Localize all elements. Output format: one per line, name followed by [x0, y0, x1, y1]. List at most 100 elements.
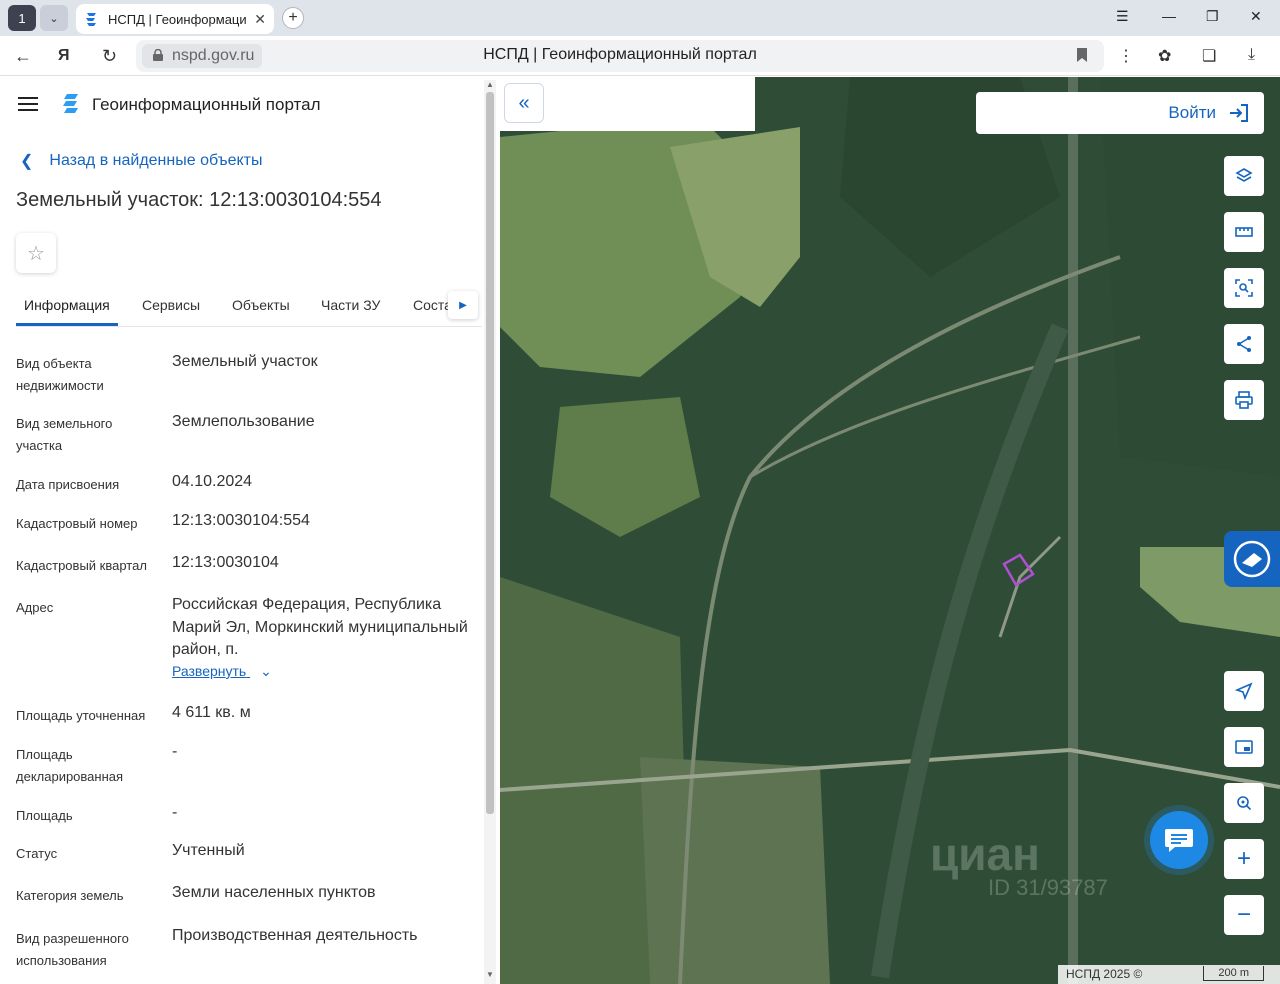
active-tab-indicator — [16, 323, 118, 326]
tab-counter[interactable]: 1 — [8, 5, 36, 31]
login-icon — [1230, 104, 1248, 122]
download-icon[interactable]: ⤓ — [1248, 46, 1255, 64]
field-value: - — [172, 743, 178, 760]
scroll-thumb[interactable] — [486, 92, 494, 814]
scale-bar: 200 m — [1203, 966, 1264, 981]
tab-info[interactable]: Информация — [24, 297, 110, 313]
collections-icon[interactable]: ❏ — [1202, 46, 1216, 66]
field-label: Адрес — [16, 600, 54, 615]
restore-icon[interactable]: ❐ — [1206, 8, 1219, 25]
watermark-text: циан — [930, 828, 1040, 880]
url-page-title: НСПД | Геоинформационный портал — [483, 46, 757, 63]
object-title: Земельный участок: 12:13:0030104:554 — [16, 189, 382, 211]
tabs-scroll-right-icon[interactable]: ▶ — [448, 291, 478, 319]
field-value: 12:13:0030104:554 — [172, 512, 310, 529]
back-to-results-link[interactable]: ❮ Назад в найденные объекты — [20, 151, 263, 171]
address-value: Российская Федерация, Республика Марий Э… — [172, 596, 468, 658]
map-view[interactable]: « Войти + − циан ID 31/93787 НСПД 2025 ©… — [500, 77, 1280, 984]
field-label: Площадь декларированная — [16, 747, 124, 784]
tab-composition[interactable]: Соста — [413, 297, 449, 313]
chat-bubble-icon — [1165, 829, 1193, 852]
field-label: Вид разрешенного использования — [16, 931, 129, 968]
reload-icon[interactable]: ↻ — [102, 46, 117, 67]
expand-address-link[interactable]: Развернуть ⌄ — [172, 663, 272, 680]
back-arrow-icon[interactable]: ← — [14, 46, 32, 67]
info-tabs: Информация Сервисы Объекты Части ЗУ Сост… — [16, 285, 482, 327]
chat-button[interactable] — [1150, 811, 1208, 869]
field-value: 4 611 кв. м — [172, 704, 251, 721]
yandex-icon[interactable]: Я — [58, 47, 70, 65]
area-search-icon — [1235, 279, 1253, 297]
field-value: - — [172, 804, 178, 821]
portal-logo-icon — [63, 94, 78, 113]
more-menu-icon[interactable]: ⋮ — [1118, 46, 1134, 66]
tab-parts[interactable]: Части ЗУ — [321, 297, 380, 313]
field-label: Дата присвоения — [16, 477, 120, 492]
field-value: Учтенный — [172, 842, 245, 859]
field-label: Площадь — [16, 808, 73, 823]
tab-list-chevron-icon[interactable]: ⌄ — [40, 5, 68, 31]
field-label: Площадь уточненная — [16, 708, 146, 723]
browser-tab-strip: 1 ⌄ НСПД | Геоинформаци ✕ + ☰ — ❐ ✕ — [0, 0, 1280, 36]
layers-icon — [1235, 168, 1253, 182]
scroll-down-icon[interactable]: ▼ — [486, 970, 494, 979]
browser-tab[interactable]: НСПД | Геоинформаци ✕ — [76, 4, 274, 34]
share-button[interactable] — [1224, 324, 1264, 364]
geolocation-button[interactable] — [1224, 671, 1264, 711]
field-label: Категория земель — [16, 888, 124, 903]
egrn-logo-tab-icon[interactable] — [1224, 531, 1280, 587]
field-value: Производственная деятельность — [172, 927, 418, 944]
ruler-button[interactable] — [1224, 212, 1264, 252]
favorite-star-icon[interactable]: ☆ — [16, 233, 56, 273]
field-value: Земли населенных пунктов — [172, 884, 376, 901]
extensions-icon[interactable]: ✿ — [1158, 46, 1171, 66]
print-button[interactable] — [1224, 380, 1264, 420]
field-label: Вид земельного участка — [16, 416, 113, 453]
field-value: Землепользование — [172, 413, 315, 430]
close-window-icon[interactable]: ✕ — [1250, 8, 1262, 25]
tab-menu-icon[interactable]: ☰ — [1116, 8, 1129, 25]
login-label: Войти — [1168, 103, 1216, 122]
tab-title: НСПД | Геоинформаци — [108, 11, 247, 27]
bookmark-icon[interactable] — [1076, 47, 1088, 63]
field-value: Земельный участок — [172, 353, 318, 370]
field-label: Статус — [16, 846, 58, 861]
ruler-icon — [1235, 227, 1253, 237]
print-icon — [1235, 391, 1253, 409]
portal-title: Геоинформационный портал — [92, 95, 321, 114]
login-button[interactable]: Войти — [976, 92, 1264, 134]
zoom-in-icon[interactable]: + — [1224, 839, 1264, 879]
minimap-button[interactable] — [1224, 727, 1264, 767]
sidebar-scrollbar[interactable]: ▲ ▼ — [484, 80, 496, 984]
field-value: 04.10.2024 — [172, 473, 253, 490]
field-label: Вид объекта недвижимости — [16, 356, 104, 393]
chevron-left-icon: ❮ — [20, 153, 34, 170]
expand-label: Развернуть — [172, 663, 247, 679]
field-value: 12:13:0030104 — [172, 554, 279, 571]
copyright-text: НСПД 2025 © — [1066, 967, 1143, 981]
navigation-arrow-icon — [1234, 682, 1253, 701]
address-bar: ← Я ↻ nspd.gov.ru НСПД | Геоинформационн… — [0, 36, 1280, 76]
tab-services[interactable]: Сервисы — [142, 297, 200, 313]
field-label: Кадастровый номер — [16, 516, 138, 531]
chevron-down-icon: ⌄ — [260, 663, 272, 679]
new-tab-button[interactable]: + — [282, 7, 304, 29]
info-sidebar: Геоинформационный портал ❮ Назад в найде… — [0, 77, 500, 984]
watermark-id: ID 31/93787 — [988, 875, 1108, 900]
scroll-up-icon[interactable]: ▲ — [486, 80, 494, 89]
minimize-icon[interactable]: — — [1162, 8, 1176, 24]
nspd-favicon-icon — [86, 13, 96, 26]
url-field[interactable]: nspd.gov.ru НСПД | Геоинформационный пор… — [136, 40, 1104, 72]
area-search-button[interactable] — [1224, 268, 1264, 308]
zoom-out-icon[interactable]: − — [1224, 895, 1264, 935]
layers-button[interactable] — [1224, 156, 1264, 196]
map-footer: НСПД 2025 © 200 m — [1058, 965, 1280, 984]
menu-icon[interactable] — [18, 97, 38, 111]
egrn-logo-icon — [1233, 540, 1271, 578]
tab-objects[interactable]: Объекты — [232, 297, 290, 313]
field-label: Кадастровый квартал — [16, 558, 147, 573]
search-location-button[interactable] — [1224, 783, 1264, 823]
close-tab-icon[interactable]: ✕ — [254, 11, 266, 28]
collapse-sidebar-icon[interactable]: « — [504, 83, 544, 123]
search-location-icon — [1237, 796, 1252, 811]
